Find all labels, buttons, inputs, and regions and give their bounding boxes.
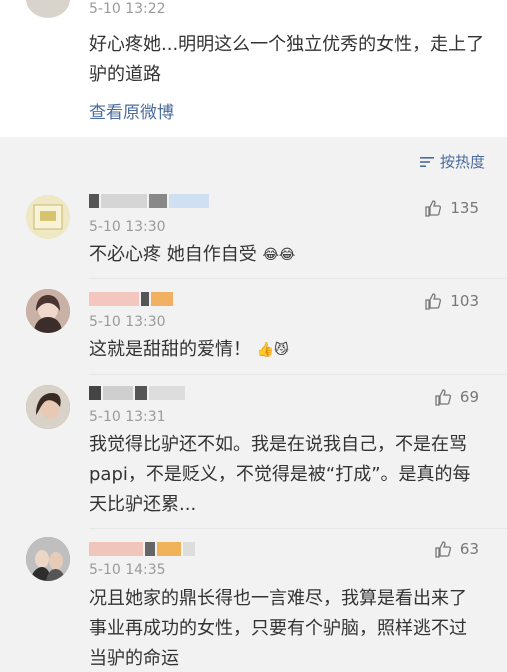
avatar[interactable] <box>26 537 70 581</box>
comment-item: 5-10 13:31 我觉得比驴还不如。我是在说我自己，不是在骂papi，不是贬… <box>0 377 507 527</box>
like-count: 135 <box>450 199 479 217</box>
post-time: 5-10 13:22 <box>89 1 166 17</box>
like-button[interactable]: 63 <box>434 540 479 558</box>
like-count: 63 <box>459 540 479 558</box>
avatar[interactable] <box>26 0 70 18</box>
divider <box>89 528 507 529</box>
comment-text: 我觉得比驴还不如。我是在说我自己，不是在骂papi，不是贬义，不觉得是被“打成”… <box>89 434 471 515</box>
comment-item: 5-10 13:30 这就是甜甜的爱情！ 👍😼 103 <box>0 281 507 371</box>
laugh-emoji-icon: 😂😂 <box>262 247 296 263</box>
thumbs-up-icon <box>435 541 451 558</box>
like-count: 69 <box>459 388 479 406</box>
comment-time: 5-10 13:30 <box>89 219 166 235</box>
comment-text: 况且她家的鼎长得也一言难尽，我算是看出来了事业再成功的女性，只要有个驴脑，照样逃… <box>89 588 467 669</box>
divider <box>89 278 507 279</box>
divider <box>89 374 507 375</box>
like-button[interactable]: 103 <box>424 292 479 310</box>
avatar[interactable] <box>26 195 70 239</box>
like-button[interactable]: 69 <box>434 388 479 406</box>
thumbs-up-icon <box>425 200 442 217</box>
top-post-card: 5-10 13:22 好心疼她...明明这么一个独立优秀的女性，走上了驴的道路 … <box>0 0 507 137</box>
sort-label: 按热度 <box>439 153 485 171</box>
username-blurred[interactable] <box>89 541 197 557</box>
avatar[interactable] <box>26 385 70 429</box>
comment-time: 5-10 13:30 <box>89 314 166 330</box>
like-button[interactable]: 135 <box>424 199 479 217</box>
avatar[interactable] <box>26 289 70 333</box>
view-original-link[interactable]: 查看原微博 <box>89 98 174 123</box>
comment-time: 5-10 13:31 <box>89 409 166 425</box>
comment-time: 5-10 14:35 <box>89 562 166 578</box>
like-count: 103 <box>450 292 479 310</box>
username-blurred[interactable] <box>89 193 211 209</box>
thumbs-cat-emoji-icon: 👍😼 <box>256 342 289 358</box>
username-blurred[interactable] <box>89 385 187 401</box>
username-blurred[interactable] <box>89 291 175 307</box>
sort-bar: 按热度 <box>0 140 507 180</box>
thumbs-up-icon <box>425 293 442 310</box>
comment-item: 5-10 14:35 况且她家的鼎长得也一言难尽，我算是看出来了事业再成功的女性… <box>0 531 507 672</box>
comment-item: 5-10 13:30 不必心疼 她自作自受 😂😂 135 <box>0 185 507 275</box>
comment-text: 不必心疼 她自作自受 😂😂 <box>89 240 484 270</box>
comment-text: 这就是甜甜的爱情！ 👍😼 <box>89 335 484 365</box>
sort-by-hot-button[interactable]: 按热度 <box>419 151 485 172</box>
sort-icon <box>419 156 434 167</box>
post-text: 好心疼她...明明这么一个独立优秀的女性，走上了驴的道路 <box>89 34 485 85</box>
thumbs-up-icon <box>435 389 451 406</box>
